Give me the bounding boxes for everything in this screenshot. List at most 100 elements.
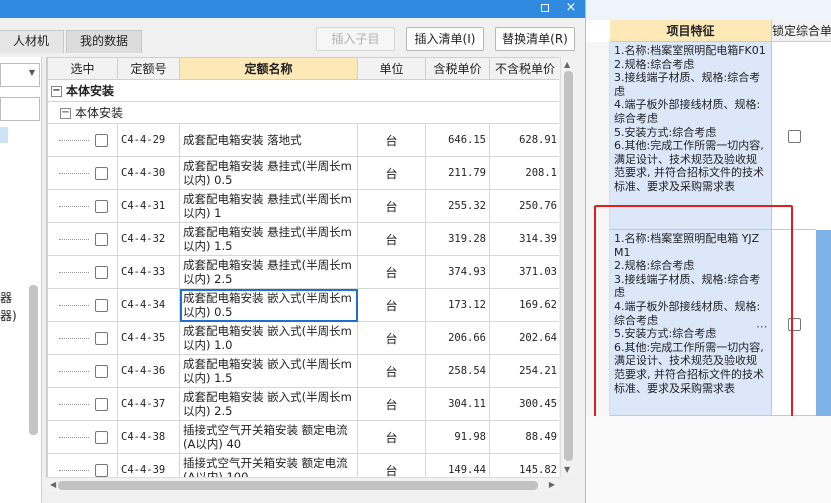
code-cell[interactable]: C4-4-29: [117, 123, 180, 157]
price-notax-cell[interactable]: 250.76: [489, 189, 559, 223]
price-notax-cell[interactable]: 88.49: [489, 420, 559, 454]
unit-cell[interactable]: 台: [357, 321, 426, 355]
row-checkbox[interactable]: [95, 166, 108, 180]
unit-cell[interactable]: 台: [357, 156, 426, 190]
column-header-price-notax[interactable]: 不含税单价: [489, 57, 559, 80]
group-row[interactable]: − 本体安装: [47, 79, 559, 102]
name-cell[interactable]: 成套配电箱安装 悬挂式(半周长m以内) 1.5: [179, 222, 358, 256]
name-cell[interactable]: 插接式空气开关箱安装 额定电流(A以内) 40: [179, 420, 358, 454]
price-tax-cell[interactable]: 646.15: [425, 123, 490, 157]
row-checkbox[interactable]: [95, 199, 108, 213]
name-cell[interactable]: 成套配电箱安装 悬挂式(半周长m以内) 1: [179, 189, 358, 223]
replace-list-button[interactable]: 替换清单(R): [495, 27, 575, 51]
subgroup-row[interactable]: − 本体安装: [47, 101, 559, 124]
price-notax-cell[interactable]: 145.82: [489, 453, 559, 477]
table-row[interactable]: C4-4-30 成套配电箱安装 悬挂式(半周长m以内) 0.5 台 211.79 208…: [47, 156, 559, 190]
scroll-thumb[interactable]: [564, 71, 573, 461]
insert-child-button[interactable]: 插入子目: [316, 27, 395, 51]
price-tax-cell[interactable]: 149.44: [425, 453, 490, 477]
unit-cell[interactable]: 台: [357, 453, 426, 477]
tab-my-data[interactable]: 我的数据: [66, 30, 142, 53]
price-tax-cell[interactable]: 255.32: [425, 189, 490, 223]
price-tax-cell[interactable]: 211.79: [425, 156, 490, 190]
name-cell[interactable]: 成套配电箱安装 嵌入式(半周长m以内) 0.5: [179, 288, 358, 322]
name-cell[interactable]: 成套配电箱安装 嵌入式(半周长m以内) 1.5: [179, 354, 358, 388]
code-cell[interactable]: C4-4-32: [117, 222, 180, 256]
table-row[interactable]: C4-4-29 成套配电箱安装 落地式台 646.15 628.91: [47, 123, 559, 157]
scroll-right-icon[interactable]: ▶: [549, 480, 555, 489]
table-row[interactable]: C4-4-36 成套配电箱安装 嵌入式(半周长m以内) 1.5 台 258.54 254…: [47, 354, 559, 388]
price-tax-cell[interactable]: 319.28: [425, 222, 490, 256]
price-notax-cell[interactable]: 300.45: [489, 387, 559, 421]
lock-checkbox[interactable]: [788, 130, 801, 143]
name-cell[interactable]: 成套配电箱安装 嵌入式(半周长m以内) 2.5: [179, 387, 358, 421]
price-notax-cell[interactable]: 169.62: [489, 288, 559, 322]
row-checkbox[interactable]: [95, 133, 108, 147]
filter-input[interactable]: [0, 97, 40, 121]
unit-cell[interactable]: 台: [357, 288, 426, 322]
unit-cell[interactable]: 台: [357, 123, 426, 157]
code-cell[interactable]: C4-4-37: [117, 387, 180, 421]
name-cell[interactable]: 插接式空气开关箱安装 额定电流(A以内) 100: [179, 453, 358, 477]
price-notax-cell[interactable]: 254.21: [489, 354, 559, 388]
collapse-icon[interactable]: −: [60, 108, 71, 119]
name-cell[interactable]: 成套配电箱安装 悬挂式(半周长m以内) 0.5: [179, 156, 358, 190]
row-checkbox[interactable]: [95, 430, 108, 444]
column-header-unit[interactable]: 单位: [357, 57, 426, 80]
unit-cell[interactable]: 台: [357, 387, 426, 421]
code-cell[interactable]: C4-4-38: [117, 420, 180, 454]
insert-list-button[interactable]: 插入清单(I): [406, 27, 484, 51]
column-header-name[interactable]: 定额名称: [179, 57, 358, 80]
price-tax-cell[interactable]: 304.11: [425, 387, 490, 421]
column-header-code[interactable]: 定额号: [117, 57, 180, 80]
column-header-price-tax[interactable]: 含税单价: [425, 57, 490, 80]
price-tax-cell[interactable]: 206.66: [425, 321, 490, 355]
price-notax-cell[interactable]: 314.39: [489, 222, 559, 256]
code-cell[interactable]: C4-4-34: [117, 288, 180, 322]
price-tax-cell[interactable]: 258.54: [425, 354, 490, 388]
collapse-icon[interactable]: −: [51, 86, 62, 97]
table-row[interactable]: C4-4-34 成套配电箱安装 嵌入式(半周长m以内) 0.5 台 173.12 169…: [47, 288, 559, 322]
price-notax-cell[interactable]: 628.91: [489, 123, 559, 157]
tree-item-text[interactable]: 器): [0, 307, 17, 324]
row-checkbox[interactable]: [95, 397, 108, 411]
lock-checkbox[interactable]: [788, 318, 801, 331]
maximize-icon[interactable]: [534, 0, 556, 18]
code-cell[interactable]: C4-4-31: [117, 189, 180, 223]
grid-vertical-scrollbar[interactable]: ▲ ▼: [560, 57, 575, 477]
code-cell[interactable]: C4-4-35: [117, 321, 180, 355]
price-tax-cell[interactable]: 91.98: [425, 420, 490, 454]
unit-cell[interactable]: 台: [357, 222, 426, 256]
unit-cell[interactable]: 台: [357, 354, 426, 388]
table-row[interactable]: C4-4-39 插接式空气开关箱安装 额定电流(A以内) 100 台 149.44 14…: [47, 453, 559, 477]
row-checkbox[interactable]: [95, 232, 108, 246]
scroll-down-icon[interactable]: ▼: [564, 465, 570, 474]
name-cell[interactable]: 成套配电箱安装 悬挂式(半周长m以内) 2.5: [179, 255, 358, 289]
scroll-thumb[interactable]: [58, 481, 538, 490]
unit-cell[interactable]: 台: [357, 420, 426, 454]
price-notax-cell[interactable]: 371.03: [489, 255, 559, 289]
scroll-up-icon[interactable]: ▲: [564, 60, 570, 69]
row-checkbox[interactable]: [95, 265, 108, 279]
unit-cell[interactable]: 台: [357, 255, 426, 289]
price-notax-cell[interactable]: 202.64: [489, 321, 559, 355]
column-header-select[interactable]: 选中: [47, 57, 118, 80]
name-cell[interactable]: 成套配电箱安装 嵌入式(半周长m以内) 1.0: [179, 321, 358, 355]
tab-materials[interactable]: 人材机: [0, 30, 64, 53]
column-header-feature[interactable]: 项目特征: [610, 20, 772, 42]
name-cell[interactable]: 成套配电箱安装 落地式: [179, 123, 358, 157]
tree-scrollbar[interactable]: [29, 285, 38, 435]
table-row[interactable]: C4-4-32 成套配电箱安装 悬挂式(半周长m以内) 1.5 台 319.28 314…: [47, 222, 559, 256]
close-icon[interactable]: ×: [560, 0, 582, 18]
row-checkbox[interactable]: [95, 298, 108, 312]
more-icon[interactable]: ···: [756, 320, 767, 334]
price-tax-cell[interactable]: 374.93: [425, 255, 490, 289]
feature-cell[interactable]: 1.名称:档案室照明配电箱FK01 2.规格:综合考虑 3.接线端子材质、规格:…: [610, 42, 772, 230]
table-row[interactable]: C4-4-37 成套配电箱安装 嵌入式(半周长m以内) 2.5 台 304.11 300…: [47, 387, 559, 421]
grid-horizontal-scrollbar[interactable]: ◀ ▶: [46, 477, 559, 492]
row-checkbox[interactable]: [95, 463, 108, 477]
scroll-left-icon[interactable]: ◀: [50, 480, 56, 489]
table-row[interactable]: C4-4-31 成套配电箱安装 悬挂式(半周长m以内) 1 台 255.32 250.7…: [47, 189, 559, 223]
code-cell[interactable]: C4-4-36: [117, 354, 180, 388]
price-notax-cell[interactable]: 208.1: [489, 156, 559, 190]
